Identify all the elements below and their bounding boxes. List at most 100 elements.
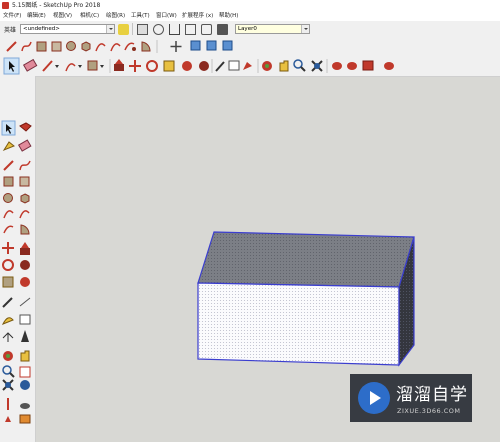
- previous-view-icon[interactable]: [20, 380, 30, 390]
- eraser-tool-icon[interactable]: [22, 58, 38, 72]
- paint-bucket-icon[interactable]: [2, 141, 15, 152]
- dimension-icon[interactable]: [19, 297, 31, 307]
- follow-me-icon[interactable]: [182, 61, 192, 71]
- circle-tool-icon[interactable]: [3, 193, 13, 203]
- orbit-tool-icon[interactable]: [262, 61, 272, 71]
- left-toolbar-icons: [1, 120, 32, 424]
- push-pull-icon[interactable]: [20, 242, 30, 255]
- move-tool-icon[interactable]: [170, 41, 182, 52]
- box-top-face[interactable]: [197, 231, 415, 288]
- polygon-tool-icon[interactable]: [20, 193, 30, 204]
- select-tool-icon[interactable]: [3, 57, 20, 75]
- eraser-icon[interactable]: [17, 139, 32, 152]
- extension-warehouse-icon[interactable]: [217, 24, 228, 35]
- menu-edit[interactable]: 编辑(E): [27, 11, 46, 21]
- three-point-arc-icon[interactable]: [124, 42, 136, 51]
- follow-me-icon[interactable]: [20, 260, 30, 270]
- shape-dropdown-icon[interactable]: [87, 60, 104, 71]
- tape-measure-icon[interactable]: [2, 297, 13, 308]
- window-title: 5.15图纸 - SketchUp Pro 2018: [12, 2, 101, 9]
- menu-extensions[interactable]: 扩展程序 (x): [182, 11, 213, 21]
- protractor-icon[interactable]: [1, 317, 14, 325]
- box-model[interactable]: [197, 231, 415, 367]
- text-tool-icon[interactable]: [228, 60, 240, 71]
- menu-help[interactable]: 帮助(H): [219, 11, 238, 21]
- line-tool-icon[interactable]: [3, 160, 14, 171]
- title-bar: 5.15图纸 - SketchUp Pro 2018: [0, 0, 500, 11]
- two-point-arc-icon[interactable]: [110, 43, 121, 52]
- 3d-text-icon[interactable]: [21, 330, 29, 342]
- tape-measure-icon[interactable]: [215, 61, 225, 72]
- menu-file[interactable]: 文件(F): [3, 11, 21, 21]
- arc-dropdown-icon[interactable]: [65, 63, 82, 72]
- warehouse-icon[interactable]: [201, 24, 212, 35]
- walk-icon[interactable]: [5, 416, 11, 422]
- select-tool-icon[interactable]: [1, 120, 16, 136]
- zoom-window-icon[interactable]: [19, 366, 31, 378]
- section-plane-icon[interactable]: [19, 414, 31, 424]
- material-dropdown[interactable]: <undefined>: [20, 24, 115, 34]
- move-tool-icon[interactable]: [2, 242, 14, 254]
- pan-tool-icon[interactable]: [20, 350, 30, 362]
- zoom-tool-icon[interactable]: [293, 59, 306, 72]
- look-around-icon[interactable]: [20, 403, 30, 409]
- menu-camera[interactable]: 相机(C): [80, 11, 99, 21]
- pie-tool-icon[interactable]: [141, 41, 151, 52]
- line-dropdown-icon[interactable]: [42, 60, 59, 72]
- rotated-rectangle-icon[interactable]: [19, 176, 30, 187]
- freehand-tool-icon[interactable]: [19, 160, 31, 171]
- menu-tools[interactable]: 工具(T): [131, 11, 150, 21]
- watermark-badge: 溜溜自学 ZIXUE.3D66.COM: [350, 374, 472, 422]
- text-tool-icon[interactable]: [19, 314, 31, 325]
- polygon-tool-icon[interactable]: [81, 41, 91, 52]
- push-pull-icon[interactable]: [114, 59, 124, 71]
- pie-tool-icon[interactable]: [20, 224, 30, 235]
- rotate-icon[interactable]: [2, 259, 14, 271]
- layer-dropdown[interactable]: Layer0: [235, 24, 310, 34]
- offset-icon[interactable]: [20, 277, 30, 287]
- house-outline-icon[interactable]: [185, 24, 196, 35]
- axes-icon[interactable]: [2, 332, 14, 342]
- box-front-face[interactable]: [197, 282, 400, 366]
- orbit-tool-icon[interactable]: [3, 351, 13, 361]
- zoom-tool-icon[interactable]: [2, 365, 15, 378]
- layer-value: Layer0: [238, 26, 257, 32]
- home-icon[interactable]: [169, 24, 180, 35]
- iso-view-icon[interactable]: [222, 40, 233, 51]
- freehand-tool-icon[interactable]: [21, 41, 32, 52]
- scale-icon[interactable]: [163, 60, 175, 72]
- component-share-icon[interactable]: [347, 62, 357, 70]
- play-circle-icon: [358, 382, 390, 414]
- rectangle-tool-icon[interactable]: [36, 41, 47, 52]
- offset-icon[interactable]: [199, 61, 209, 71]
- toolbar-row-2-icons: [6, 40, 233, 53]
- menu-window[interactable]: 窗口(W): [156, 11, 177, 21]
- paint-bucket-icon[interactable]: [118, 24, 129, 35]
- top-view-icon[interactable]: [190, 40, 201, 51]
- menu-view[interactable]: 视图(V): [53, 11, 72, 21]
- rectangle-tool-icon[interactable]: [3, 176, 14, 187]
- rotate-icon[interactable]: [146, 60, 158, 72]
- make-component-icon[interactable]: [19, 122, 32, 132]
- extension-share-icon[interactable]: [384, 62, 394, 70]
- menu-draw[interactable]: 绘图(R): [106, 11, 125, 21]
- zoom-extents-icon[interactable]: [2, 379, 14, 391]
- front-view-icon[interactable]: [206, 40, 217, 51]
- orbit-icon[interactable]: [153, 24, 164, 35]
- zoom-extents-icon[interactable]: [311, 60, 323, 72]
- camera-icon[interactable]: [137, 24, 148, 35]
- paint-icon[interactable]: [243, 62, 252, 70]
- circle-tool-icon[interactable]: [66, 41, 76, 51]
- scale-icon[interactable]: [2, 276, 14, 288]
- two-point-arc-icon[interactable]: [19, 210, 30, 219]
- pan-tool-icon[interactable]: [279, 60, 289, 72]
- material-value: <undefined>: [23, 26, 60, 32]
- material-share-icon[interactable]: [362, 60, 374, 71]
- line-tool-icon[interactable]: [6, 41, 17, 52]
- warehouse-share-icon[interactable]: [332, 62, 342, 70]
- move-icon[interactable]: [129, 60, 141, 72]
- rotated-rectangle-icon[interactable]: [51, 41, 62, 52]
- arc-tool-icon[interactable]: [95, 43, 106, 52]
- arc-tool-icon[interactable]: [3, 210, 14, 219]
- three-point-arc-icon[interactable]: [3, 225, 14, 234]
